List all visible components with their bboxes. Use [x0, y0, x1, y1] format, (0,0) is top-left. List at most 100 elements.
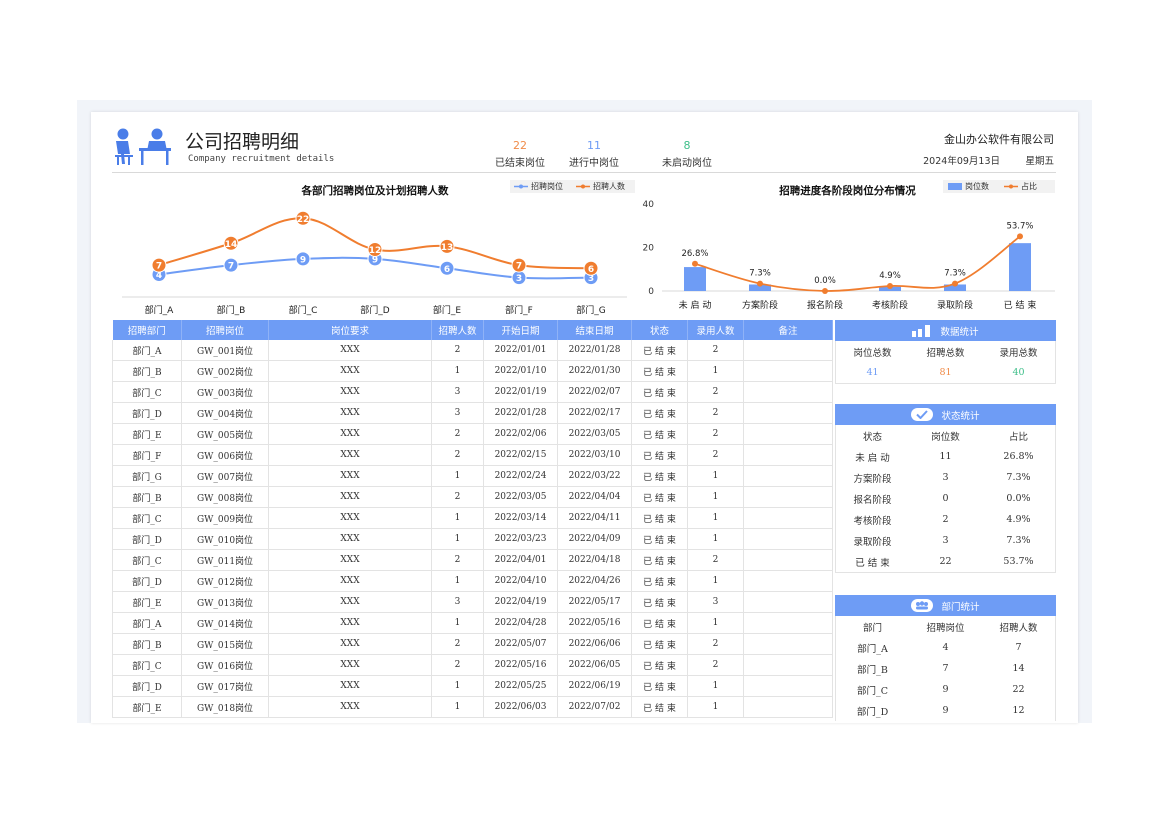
x-tick-label: 部门_C	[289, 304, 318, 316]
table-cell	[743, 444, 833, 466]
table-cell: XXX	[268, 507, 432, 529]
table-cell: XXX	[268, 381, 432, 403]
y-tick-label: 0	[648, 287, 654, 297]
table-cell: 1	[687, 360, 744, 382]
panel-column-header: 招聘岗位	[926, 622, 965, 634]
table-cell: 2022/06/05	[557, 654, 632, 676]
panel-cell: 报名阶段	[853, 494, 892, 506]
table-cell: 2022/03/14	[483, 507, 558, 529]
table-cell: 1	[431, 507, 484, 529]
data-label: 7	[228, 262, 234, 272]
line-chart: 479 963 37142212 137 6部门_A 部门_B 部门_C 部门_D 部门_E 部门…	[122, 210, 627, 316]
panel-cell: 部门_B	[857, 664, 888, 676]
table-cell: 1	[431, 465, 484, 487]
table-cell: XXX	[268, 528, 432, 550]
column-header: 结束日期	[557, 320, 632, 340]
table-cell: 2	[431, 549, 484, 571]
table-cell: 部门_E	[112, 591, 182, 613]
table-row: 部门_C GW_009岗位 XXX 1 2022/03/14 2022/04/11 已 结 …	[112, 507, 833, 529]
table-cell: 已 结 束	[631, 675, 688, 697]
panel-column-header: 状态	[862, 431, 882, 443]
table-cell: 2022/04/19	[483, 591, 558, 613]
line-chart-legend: 招聘岗位 招聘人数	[510, 180, 635, 193]
table-cell: 2022/06/06	[557, 633, 632, 655]
panel-cell: 考核阶段	[853, 515, 892, 527]
panel-cell: 26.8%	[1003, 451, 1034, 462]
table-cell: 部门_C	[112, 549, 182, 571]
legend-label: 招聘人数	[593, 182, 625, 191]
table-cell: 3	[431, 591, 484, 613]
status-stats-panel: 状态统计 状态 岗位数 占比未 启 动 11 26.8% 方案阶段 3 7.3% 报名阶段 0 0.…	[835, 404, 1056, 573]
table-cell: 1	[687, 612, 744, 634]
table-row: 部门_D GW_004岗位 XXX 3 2022/01/28 2022/02/17 已 结 …	[112, 402, 833, 424]
table-row: 部门_E GW_013岗位 XXX 3 2022/04/19 2022/05/17 已 结 …	[112, 591, 833, 613]
table-cell	[743, 423, 833, 445]
table-cell: XXX	[268, 360, 432, 382]
table-cell: 已 结 束	[631, 444, 688, 466]
table-cell	[743, 612, 833, 634]
table-cell: 2022/05/16	[557, 612, 632, 634]
table-cell: 2022/03/05	[483, 486, 558, 508]
table-cell: 1	[687, 570, 744, 592]
table-cell: 2022/03/05	[557, 423, 632, 445]
line-chart-title: 各部门招聘岗位及计划招聘人数	[301, 185, 449, 197]
table-cell: GW_011岗位	[181, 549, 269, 571]
table-cell: 部门_A	[112, 340, 182, 361]
table-cell: 2	[431, 423, 484, 445]
table-cell: GW_005岗位	[181, 423, 269, 445]
table-cell: 部门_C	[112, 381, 182, 403]
legend-label: 占比	[1021, 182, 1037, 191]
people-at-desk-icon	[115, 128, 171, 165]
table-cell: 部门_G	[112, 465, 182, 487]
table-row: 部门_C GW_011岗位 XXX 2 2022/04/01 2022/04/18 已 结 …	[112, 549, 833, 571]
x-tick-label: 未 启 动	[679, 299, 712, 311]
table-row: 部门_D GW_017岗位 XXX 1 2022/05/25 2022/06/19 已 结 …	[112, 675, 833, 697]
ratio-label: 26.8%	[681, 249, 708, 259]
panel-cell: 4	[942, 642, 949, 653]
panel-row: 未 启 动 11 26.8%	[836, 446, 1055, 467]
table-cell: 1	[687, 486, 744, 508]
table-cell: 1	[687, 465, 744, 487]
table-row: 部门_B GW_008岗位 XXX 2 2022/03/05 2022/04/04 已 结 …	[112, 486, 833, 508]
panel-cell: 9	[942, 684, 949, 695]
total-positions-value: 41	[866, 367, 879, 378]
table-cell: 2022/01/01	[483, 340, 558, 361]
table-cell: XXX	[268, 570, 432, 592]
table-cell: 已 结 束	[631, 402, 688, 424]
table-cell: GW_007岗位	[181, 465, 269, 487]
ratio-label: 7.3%	[944, 269, 966, 279]
panel-cell: 12	[1012, 705, 1025, 716]
x-tick-label: 已 结 束	[1004, 299, 1037, 311]
table-cell: 2022/06/19	[557, 675, 632, 697]
table-cell	[743, 570, 833, 592]
table-cell: GW_004岗位	[181, 402, 269, 424]
table-cell: 2022/07/02	[557, 696, 632, 718]
table-cell: 2	[687, 340, 744, 361]
ratio-label: 7.3%	[749, 269, 771, 279]
table-cell: 2022/02/07	[557, 381, 632, 403]
table-cell: GW_002岗位	[181, 360, 269, 382]
table-cell	[743, 465, 833, 487]
table-cell: 2022/03/23	[483, 528, 558, 550]
panel-cell: 未 启 动	[855, 452, 890, 464]
x-tick-label: 部门_A	[145, 304, 175, 316]
table-cell: 2	[431, 633, 484, 655]
table-cell: 2022/04/09	[557, 528, 632, 550]
dept-stats-panel: 部门统计 部门 招聘岗位 招聘人数 部门_A 4 7 部门_B 7 14 部门_C 9 22 部门_D 9…	[835, 595, 1056, 721]
x-tick-label: 部门_F	[505, 304, 533, 316]
table-cell: 2022/02/15	[483, 444, 558, 466]
panel-cell: 9	[942, 705, 949, 716]
panel-row: 已 结 束 22 53.7%	[836, 551, 1055, 572]
table-cell: 2022/04/28	[483, 612, 558, 634]
table-cell: GW_015岗位	[181, 633, 269, 655]
table-cell	[743, 507, 833, 529]
data-label: 3	[516, 274, 522, 284]
table-cell: GW_003岗位	[181, 381, 269, 403]
table-cell: 2022/01/28	[557, 340, 632, 361]
column-header: 开始日期	[483, 320, 558, 340]
panel-row: 报名阶段 0 0.0%	[836, 488, 1055, 509]
checkmark-icon	[911, 408, 934, 421]
table-cell: 2	[687, 402, 744, 424]
table-cell: XXX	[268, 465, 432, 487]
x-tick-label: 部门_D	[360, 304, 390, 316]
